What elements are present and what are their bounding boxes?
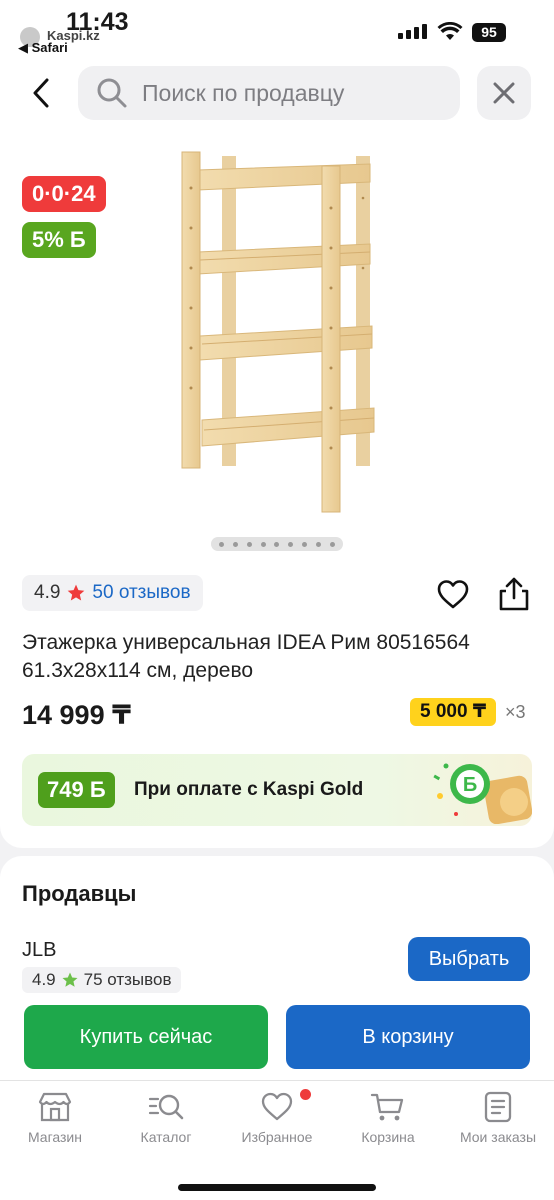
cellular-signal-icon [398, 24, 427, 39]
orders-icon [484, 1091, 512, 1123]
kaspi-gold-banner[interactable]: 749 Б При оплате с Kaspi Gold Б [22, 754, 532, 826]
star-icon [68, 584, 85, 601]
installment-price[interactable]: 5 000 ₸ [410, 698, 497, 726]
nav-item-catalog[interactable]: Каталог [111, 1091, 221, 1157]
seller-rating-value: 4.9 [32, 970, 56, 989]
heart-icon [261, 1092, 293, 1121]
nav-item-favorites[interactable]: Избранное [222, 1091, 332, 1157]
nav-label-catalog: Каталог [140, 1129, 192, 1145]
favorite-heart-icon[interactable] [436, 578, 470, 612]
installment-multiplier: ×3 [505, 702, 526, 722]
product-image[interactable] [160, 148, 400, 520]
star-icon [62, 972, 78, 987]
nav-label-store: Магазин [27, 1129, 82, 1145]
catalog-search-icon [148, 1094, 184, 1120]
sellers-heading: Продавцы [22, 881, 137, 906]
wifi-icon [437, 22, 463, 40]
seller-search[interactable] [78, 66, 460, 120]
home-indicator [178, 1184, 376, 1191]
kaspi-gold-illustration: Б [433, 763, 532, 824]
store-icon [38, 1092, 72, 1122]
seller-name[interactable]: JLB [22, 939, 56, 962]
search-input[interactable] [142, 79, 442, 107]
status-bar: 11:43 Kaspi.kz ◀ Safari 95 [0, 0, 554, 60]
reviews-link[interactable]: 50 отзывов [92, 582, 190, 604]
search-header [0, 60, 554, 140]
nav-label-orders: Мои заказы [459, 1129, 537, 1145]
share-icon[interactable] [496, 576, 532, 612]
rating-summary[interactable]: 4.9 50 отзывов [22, 575, 203, 611]
installment-timer-badge: 0·0·24 [22, 176, 106, 212]
gold-bonus-badge: 749 Б [38, 772, 115, 808]
product-title: Этажерка универсальная IDEA Рим 80516564… [22, 631, 470, 682]
nav-label-cart: Корзина [361, 1129, 415, 1145]
close-icon [493, 82, 515, 104]
product-page: 11:43 Kaspi.kz ◀ Safari 95 Поиск по прод… [0, 0, 554, 1200]
search-icon [97, 78, 127, 108]
rating-value: 4.9 [34, 582, 61, 603]
nav-label-favorites: Избранное [241, 1129, 313, 1145]
battery-indicator: 95 [472, 23, 506, 42]
nav-item-orders[interactable]: Мои заказы [443, 1091, 553, 1157]
add-to-cart-button[interactable]: В корзину [286, 1005, 530, 1069]
gold-bonus-text: При оплате с Kaspi Gold [134, 779, 364, 800]
bottom-navigation: Магазин Каталог Избранное Корзина Мои за… [0, 1080, 554, 1200]
nav-item-store[interactable]: Магазин [0, 1091, 110, 1157]
nav-item-cart[interactable]: Корзина [333, 1091, 443, 1157]
svg-text:Б: Б [463, 774, 477, 796]
sellers-section: Продавцы JLB 4.9 75 отзывов Выбрать Купи… [0, 856, 554, 1086]
seller-rating[interactable]: 4.9 75 отзывов [22, 967, 182, 993]
back-to-safari-link[interactable]: ◀ Safari [18, 40, 68, 56]
favorites-notification-dot [300, 1089, 311, 1100]
select-seller-button[interactable]: Выбрать [408, 937, 530, 981]
bonus-badge: 5% Б [22, 222, 96, 258]
back-button[interactable] [22, 74, 60, 112]
product-price: 14 999 ₸ [22, 700, 131, 730]
product-card: 0·0·24 5% Б 4.9 50 отзывов Этажерка унив… [0, 140, 554, 848]
seller-reviews: 75 отзывов [83, 970, 172, 989]
buy-now-button[interactable]: Купить сейчас [24, 1005, 268, 1069]
chevron-left-icon [33, 78, 49, 108]
image-carousel-dots[interactable] [211, 537, 343, 551]
cart-icon [370, 1093, 404, 1121]
close-button[interactable] [477, 66, 531, 120]
